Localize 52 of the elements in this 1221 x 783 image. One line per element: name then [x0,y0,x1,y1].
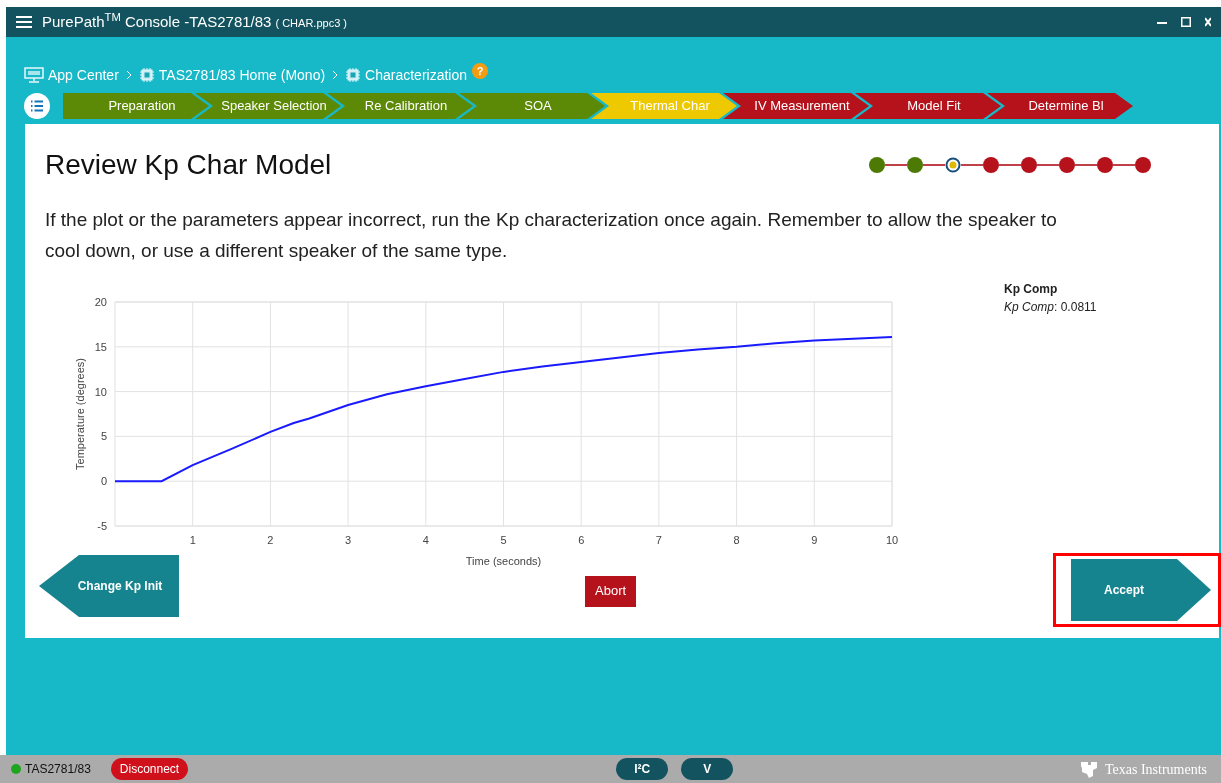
monitor-icon [24,67,44,83]
y-tick-label: -5 [97,520,107,532]
wizard-step[interactable]: Preparation [63,93,209,119]
y-tick-label: 0 [100,475,107,488]
wizard-step[interactable]: Speaker Selection [195,93,341,119]
logo-icon [1078,760,1099,778]
x-tick-label: 5 [500,534,507,546]
y-tick-label: 5 [100,430,107,443]
x-tick-label: 9 [811,534,818,546]
i2c-button[interactable]: I²C [616,758,669,780]
list-icon[interactable] [24,93,50,119]
breadcrumb-link[interactable]: App Center [48,64,119,86]
y-axis-title: Temperature (degrees) [74,358,86,470]
x-tick-label: 4 [422,534,429,546]
parameter-title: Kp Comp [1004,281,1059,298]
wizard-step[interactable]: Model Fit [855,93,1001,119]
x-tick-label: 3 [345,534,352,546]
y-tick-label: 15 [94,340,107,353]
y-tick-label: 10 [94,385,107,398]
back-button[interactable]: Change Kp Init [39,555,179,617]
chevron-icon [332,70,339,80]
x-tick-label: 2 [267,534,274,546]
wizard-step[interactable]: Determine Bl [987,93,1133,119]
x-tick-label: 6 [578,534,585,546]
disconnect-button[interactable]: Disconnect [110,758,189,780]
chip-icon [345,67,362,83]
x-axis-title: Time (seconds) [465,555,542,567]
menu-icon[interactable] [16,15,32,29]
wizard-step[interactable]: IV Measurement [723,93,869,119]
instruction-text: If the plot or the parameters appear incorrect, run the Kp characterization once again. Remember to allow the speaker to cool down, or use a different speaker of the same type. [45,208,1058,263]
accept-button[interactable]: Accept [1071,559,1211,621]
parameter-value: Kp Comp: 0.0811 [1004,299,1097,316]
chip-icon [138,67,155,83]
breadcrumb-link[interactable]: TAS2781/83 Home (Mono) [158,64,326,86]
window-title: PurePath$^{TM}$ Console -TAS2781/83 [42,10,272,32]
x-tick-label: 8 [733,534,740,546]
device-name: TAS2781/83 [25,761,91,778]
x-tick-label: 7 [655,534,662,546]
brand-name: Texas Instruments [1104,760,1207,779]
wizard-step[interactable]: Re Calibration [327,93,473,119]
x-tick-label: 1 [189,534,196,546]
y-tick-label: 20 [94,296,107,308]
chevron-icon [125,70,132,80]
abort-button[interactable]: Abort [585,575,637,607]
breadcrumb-link[interactable]: Characterization [365,64,468,86]
wizard-step[interactable]: SOA [459,93,605,119]
v-button[interactable]: V [681,758,734,780]
file-name: ( CHAR.ppc3 ) [275,15,347,31]
x-tick-label: 10 [885,534,899,546]
close-icon[interactable] [1205,17,1211,27]
page-title: Review Kp Char Model [45,148,332,182]
maximize-icon[interactable] [1181,17,1191,27]
